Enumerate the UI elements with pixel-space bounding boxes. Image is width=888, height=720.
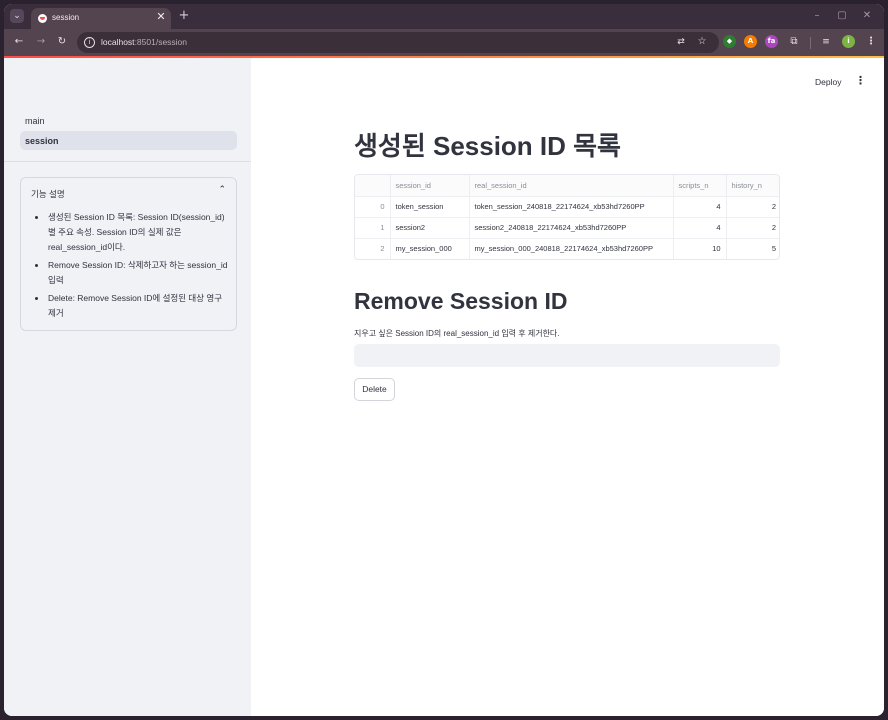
address-bar[interactable]: i localhost:8501/session ⇄ ☆	[77, 32, 719, 53]
sidebar-nav-main[interactable]: main	[20, 111, 237, 130]
history-n-cell[interactable]: 2	[726, 217, 779, 239]
remove-section-title: Remove Session ID	[354, 288, 568, 314]
chevron-down-icon[interactable]: ⌄	[10, 9, 24, 23]
tab-strip: ⌄ session ✕ + – ▢ ✕	[4, 4, 884, 29]
scripts-n-cell[interactable]: 4	[673, 196, 727, 218]
toolbar-divider	[810, 37, 811, 49]
table-header-row: session_id real_session_id scripts_n his…	[355, 175, 779, 197]
window-close-icon[interactable]: ✕	[860, 9, 874, 23]
info-icon[interactable]: i	[84, 37, 95, 48]
sidebar-divider	[4, 161, 251, 162]
kebab-menu-icon[interactable]: ⋮	[864, 35, 878, 49]
tab-title: session	[52, 13, 80, 22]
delete-button[interactable]: Delete	[354, 378, 395, 401]
column-header-history-n[interactable]: history_n	[726, 175, 779, 197]
session-dataframe: session_id real_session_id scripts_n his…	[354, 174, 780, 260]
close-icon[interactable]: ✕	[155, 10, 167, 24]
row-index: 1	[355, 217, 391, 239]
scripts-n-cell[interactable]: 10	[673, 238, 727, 259]
sidebar-nav-session[interactable]: session	[20, 131, 237, 150]
arrow-right-icon[interactable]: →	[34, 35, 48, 49]
reload-icon[interactable]: ↻	[55, 35, 69, 49]
app-menu-icon[interactable]: ⋮	[855, 74, 866, 88]
extension-orange-icon[interactable]: A	[744, 35, 757, 48]
streamlit-favicon-icon	[38, 14, 47, 23]
column-header-scripts-n[interactable]: scripts_n	[673, 175, 727, 197]
real-session-id-cell[interactable]: token_session_240818_22174624_xb53hd7260…	[469, 196, 674, 218]
feature-list: 생성된 Session ID 목록: Session ID(session_id…	[34, 210, 228, 324]
table-row: 1 session2 session2_240818_22174624_xb53…	[355, 217, 779, 239]
sidebar: main session 기능 설명 ⌃ 생성된 Session ID 목록: …	[4, 58, 251, 716]
table-row: 2 my_session_000 my_session_000_240818_2…	[355, 238, 779, 259]
browser-toolbar: ← → ↻ i localhost:8501/session ⇄ ☆ ◆ A f…	[4, 29, 884, 56]
page-title: 생성된 Session ID 목록	[354, 131, 621, 161]
extension-purple-icon[interactable]: fa	[765, 35, 778, 48]
row-index: 0	[355, 196, 391, 218]
scripts-n-cell[interactable]: 4	[673, 217, 727, 239]
expander-title[interactable]: 기능 설명	[31, 188, 65, 200]
media-queue-icon[interactable]: ≡	[819, 35, 833, 49]
column-header-index[interactable]	[355, 175, 391, 197]
url-text[interactable]: localhost:8501/session	[101, 37, 187, 47]
real-session-id-cell[interactable]: session2_240818_22174624_xb53hd7260PP	[469, 217, 674, 239]
main-content: Deploy ⋮ 생성된 Session ID 목록 session_id re…	[251, 58, 884, 716]
row-index: 2	[355, 238, 391, 259]
arrow-left-icon[interactable]: ←	[12, 35, 26, 49]
history-n-cell[interactable]: 2	[726, 196, 779, 218]
translate-icon[interactable]: ⇄	[674, 35, 688, 49]
url-host: localhost	[101, 37, 135, 47]
url-path: :8501/session	[134, 37, 188, 47]
star-icon[interactable]: ☆	[695, 35, 709, 49]
minimize-icon[interactable]: –	[810, 9, 824, 23]
maximize-icon[interactable]: ▢	[835, 9, 849, 23]
real-session-id-input[interactable]	[354, 344, 780, 367]
deploy-button[interactable]: Deploy	[815, 77, 841, 87]
session-id-cell[interactable]: session2	[390, 217, 470, 239]
feature-description-expander: 기능 설명 ⌃ 생성된 Session ID 목록: Session ID(se…	[20, 177, 237, 331]
session-id-cell[interactable]: my_session_000	[390, 238, 470, 259]
real-session-id-cell[interactable]: my_session_000_240818_22174624_xb53hd726…	[469, 238, 674, 259]
list-item: Delete: Remove Session ID에 설정된 대상 영구 제거	[34, 291, 228, 321]
list-item: Remove Session ID: 삭제하고자 하는 session_id 입…	[34, 258, 228, 288]
extension-green-icon[interactable]: ◆	[723, 35, 736, 48]
table-row: 0 token_session token_session_240818_221…	[355, 196, 779, 218]
browser-tab[interactable]: session ✕	[31, 8, 171, 29]
profile-avatar-icon[interactable]: i	[842, 35, 855, 48]
plus-icon[interactable]: +	[177, 8, 191, 24]
puzzle-extensions-icon[interactable]: ⧉	[787, 35, 801, 49]
history-n-cell[interactable]: 5	[726, 238, 779, 259]
chevron-up-icon[interactable]: ⌃	[218, 185, 226, 195]
session-id-cell[interactable]: token_session	[390, 196, 470, 218]
column-header-session-id[interactable]: session_id	[390, 175, 470, 197]
list-item: 생성된 Session ID 목록: Session ID(session_id…	[34, 210, 228, 255]
remove-input-label: 지우고 싶은 Session ID의 real_session_id 입력 후 …	[354, 329, 560, 338]
browser-window: ⌄ session ✕ + – ▢ ✕ ← → ↻ i localhost:85…	[4, 4, 884, 716]
column-header-real-session-id[interactable]: real_session_id	[469, 175, 674, 197]
